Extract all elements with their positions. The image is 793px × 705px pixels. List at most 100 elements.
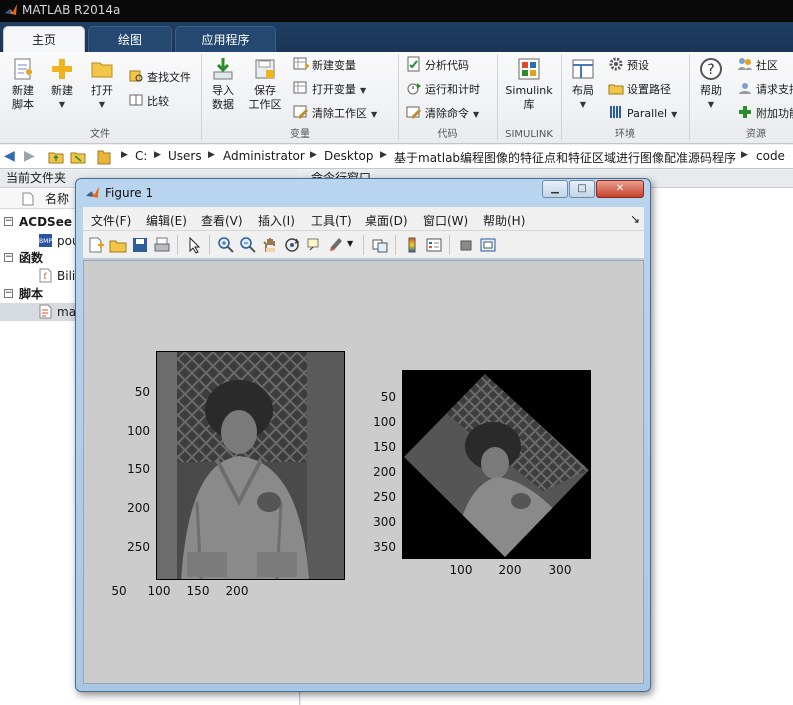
save-workspace-button[interactable]: 保存 工作区 <box>246 56 284 112</box>
new-variable-icon <box>293 57 309 70</box>
figure-window[interactable]: Figure 1 ▁ □ ✕ 文件(F) 编辑(E) 查看(V) 插入(I) 工… <box>75 178 651 692</box>
hide-plot-tools-icon[interactable] <box>457 236 475 254</box>
menu-insert[interactable]: 插入(I) <box>258 212 295 229</box>
preferences-button[interactable]: 预设 <box>608 56 649 76</box>
tab-plots[interactable]: 绘图 <box>88 26 172 52</box>
axes-rotated-image[interactable] <box>402 370 591 559</box>
menu-file[interactable]: 文件(F) <box>91 212 131 229</box>
import-data-button[interactable]: 导入 数据 <box>206 56 240 112</box>
gear-icon <box>609 57 623 71</box>
column-name-label: 名称 <box>45 192 70 206</box>
simulink-library-button[interactable]: Simulink 库 <box>503 56 555 112</box>
pan-hand-icon[interactable] <box>261 236 279 254</box>
clear-commands-dropdown-icon[interactable]: ▼ <box>473 110 479 119</box>
file-icon <box>22 192 34 206</box>
app-titlebar: MATLAB R2014a <box>0 0 793 22</box>
new-button[interactable]: 新建 ▼ <box>46 56 78 112</box>
clear-commands-label: 清除命令 <box>425 107 469 120</box>
layout-icon <box>572 59 594 79</box>
set-path-button[interactable]: 设置路径 <box>608 80 671 100</box>
breadcrumb-item[interactable]: 基于matlab编程图像的特征点和特征区域进行图像配准源码程序 <box>394 149 736 166</box>
menu-help[interactable]: 帮助(H) <box>483 212 525 229</box>
help-dropdown-icon[interactable]: ▼ <box>695 98 727 112</box>
import-data-icon <box>213 58 233 80</box>
svg-text:?: ? <box>707 62 714 78</box>
menu-desktop[interactable]: 桌面(D) <box>365 212 408 229</box>
menu-tools[interactable]: 工具(T) <box>311 212 352 229</box>
menu-window[interactable]: 窗口(W) <box>423 212 468 229</box>
axis2-y-tick-label: 300 <box>373 515 396 529</box>
axis2-y-tick-label: 50 <box>380 390 396 404</box>
parallel-button[interactable]: Parallel ▼ <box>608 104 677 124</box>
link-plot-icon[interactable] <box>371 236 389 254</box>
help-button[interactable]: ? 帮助 ▼ <box>695 56 727 112</box>
open-variable-dropdown-icon[interactable]: ▼ <box>360 86 366 95</box>
new-script-button[interactable]: 新建 脚本 <box>6 56 40 112</box>
clear-workspace-label: 清除工作区 <box>312 107 367 120</box>
find-files-button[interactable]: 查找文件 <box>128 68 191 88</box>
figure-toolbar: ▼ <box>83 231 644 259</box>
clear-commands-button[interactable]: 清除命令 ▼ <box>406 104 479 124</box>
bmp-file-icon: BMP <box>39 234 52 247</box>
print-icon[interactable] <box>153 236 171 254</box>
clear-workspace-icon <box>293 105 309 120</box>
rotated-image <box>404 374 589 557</box>
group-simulink-label: SIMULINK <box>505 129 553 140</box>
brush-icon[interactable] <box>327 236 345 254</box>
figure-title: Figure 1 <box>105 186 154 200</box>
new-variable-button[interactable]: 新建变量 <box>293 56 356 76</box>
new-dropdown-icon[interactable]: ▼ <box>46 98 78 112</box>
community-button[interactable]: 社区 <box>737 56 778 76</box>
tab-home[interactable]: 主页 <box>3 26 85 52</box>
breadcrumb-item[interactable]: Administrator <box>223 149 305 163</box>
collapse-icon[interactable]: − <box>4 217 13 226</box>
open-file-icon[interactable] <box>109 236 127 254</box>
legend-icon[interactable] <box>425 236 443 254</box>
collapse-icon[interactable]: − <box>4 289 13 298</box>
up-folder-icon[interactable] <box>48 149 64 165</box>
menu-dock-arrow-icon[interactable]: ↘ <box>630 212 640 226</box>
colorbar-icon[interactable] <box>403 236 421 254</box>
close-button[interactable]: ✕ <box>596 180 644 198</box>
browse-folder-icon[interactable] <box>70 149 86 165</box>
find-files-label: 查找文件 <box>147 71 191 84</box>
open-dropdown-icon[interactable]: ▼ <box>86 98 118 112</box>
clear-workspace-dropdown-icon[interactable]: ▼ <box>371 110 377 119</box>
analyze-code-button[interactable]: 分析代码 <box>406 56 469 76</box>
axes-original-image[interactable] <box>156 351 345 580</box>
minimize-button[interactable]: ▁ <box>542 180 568 198</box>
run-and-time-button[interactable]: 运行和计时 <box>406 80 480 100</box>
show-plot-tools-icon[interactable] <box>479 236 497 254</box>
collapse-icon[interactable]: − <box>4 253 13 262</box>
breadcrumb-item[interactable]: Users <box>168 149 202 163</box>
data-cursor-icon[interactable] <box>305 236 323 254</box>
menu-edit[interactable]: 编辑(E) <box>146 212 187 229</box>
compare-button[interactable]: 比较 <box>128 92 169 112</box>
zoom-out-icon[interactable] <box>239 236 257 254</box>
breadcrumb-item[interactable]: C: <box>135 149 147 163</box>
open-variable-button[interactable]: 打开变量 ▼ <box>293 80 366 100</box>
back-arrow-icon[interactable]: ◀ <box>4 148 15 164</box>
figure-canvas[interactable]: 50 100 150 200 50 100 150 200 250 100 200 300 50 100 1… <box>83 260 644 684</box>
pointer-arrow-icon[interactable] <box>185 236 203 254</box>
forward-arrow-icon[interactable]: ▶ <box>24 148 35 164</box>
open-button[interactable]: 打开 ▼ <box>86 56 118 112</box>
breadcrumb-item[interactable]: code <box>756 149 785 163</box>
layout-dropdown-icon[interactable]: ▼ <box>567 98 599 112</box>
layout-button[interactable]: 布局 ▼ <box>567 56 599 112</box>
zoom-in-icon[interactable] <box>217 236 235 254</box>
matlab-figure-icon <box>86 186 99 198</box>
new-figure-icon[interactable] <box>87 236 105 254</box>
clear-workspace-button[interactable]: 清除工作区 ▼ <box>293 104 377 124</box>
breadcrumb-item[interactable]: Desktop <box>324 149 374 163</box>
add-ons-button[interactable]: 附加功能 <box>737 104 793 124</box>
save-workspace-label: 保存 工作区 <box>248 84 282 111</box>
menu-view[interactable]: 查看(V) <box>201 212 243 229</box>
rotate-3d-icon[interactable] <box>283 236 301 254</box>
save-icon[interactable] <box>131 236 149 254</box>
parallel-dropdown-icon[interactable]: ▼ <box>671 110 677 119</box>
axis2-y-tick-label: 100 <box>373 415 396 429</box>
tab-apps[interactable]: 应用程序 <box>175 26 276 52</box>
maximize-button[interactable]: □ <box>569 180 595 198</box>
request-support-button[interactable]: 请求支持 <box>737 80 793 100</box>
